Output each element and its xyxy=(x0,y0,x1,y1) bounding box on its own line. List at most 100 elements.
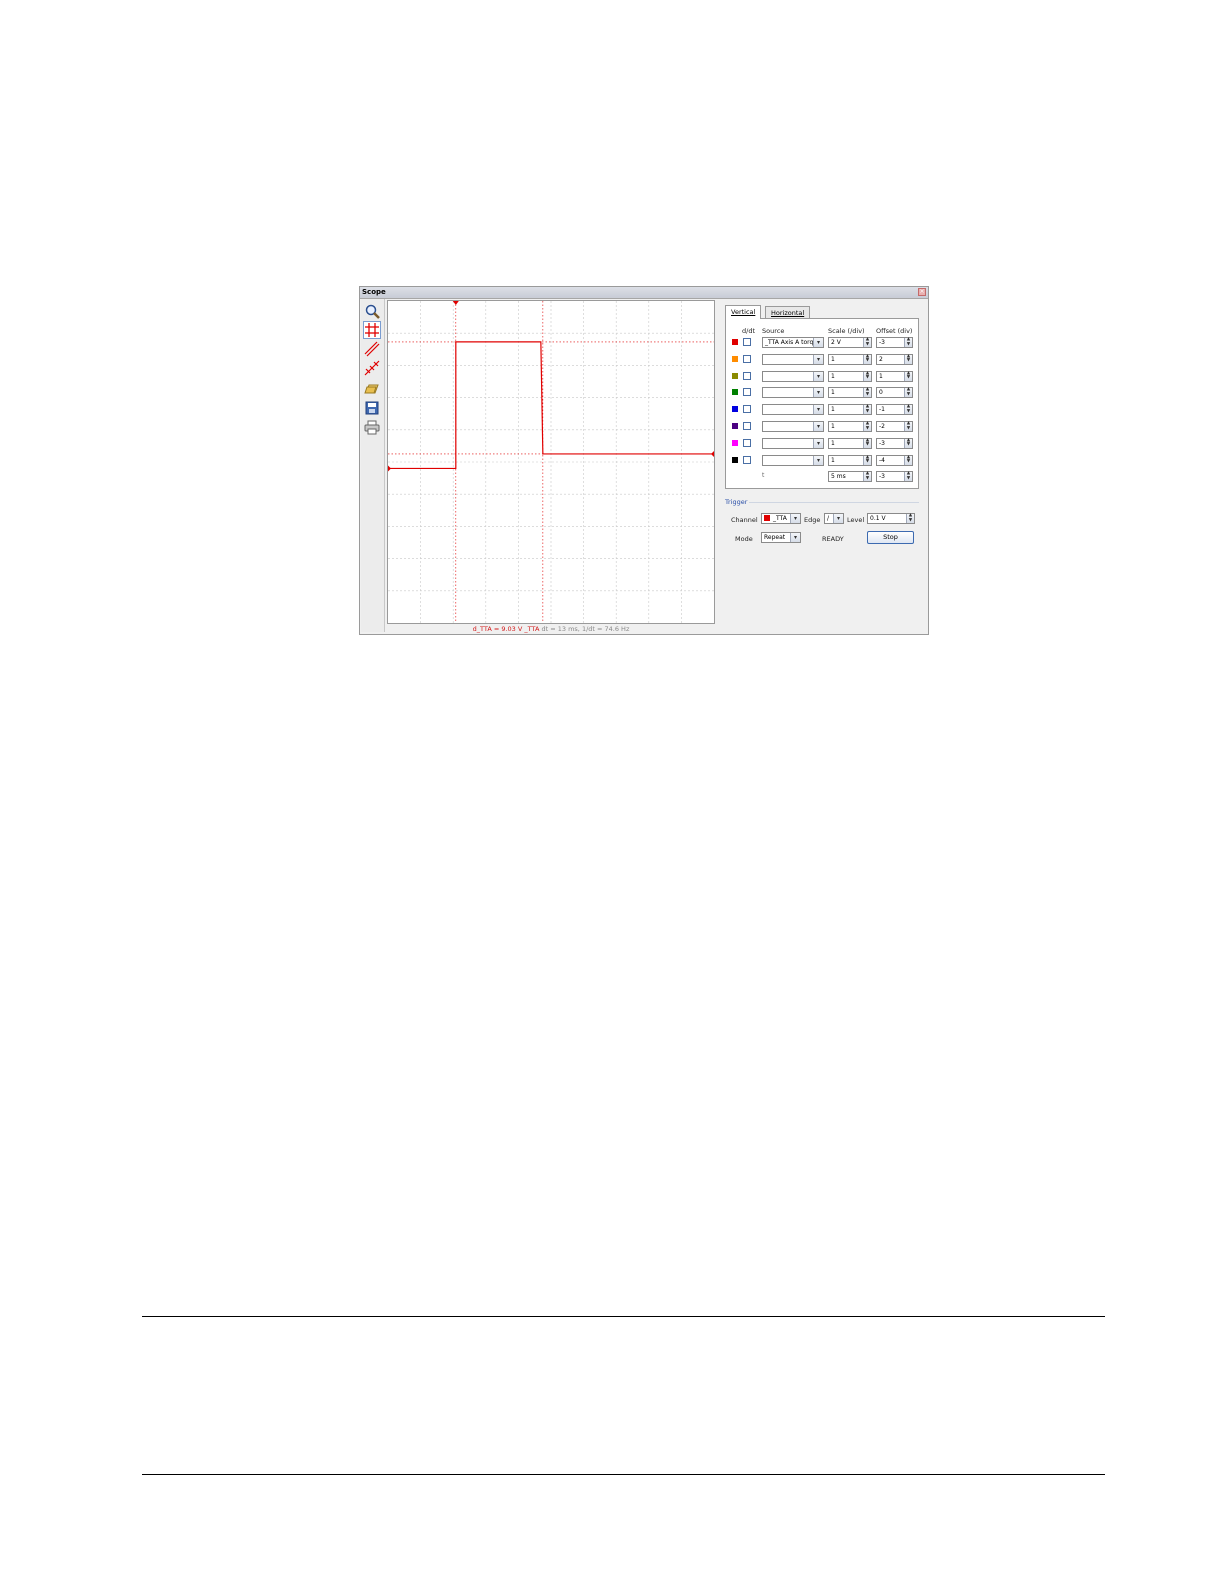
chevron-down-icon[interactable]: ▾ xyxy=(813,371,823,381)
trigger-channel-value: _TTA xyxy=(773,515,787,522)
time-offset-spinner[interactable]: -3 ▲ ▼ xyxy=(876,471,913,482)
spin-arrows-icon[interactable]: ▲ ▼ xyxy=(863,371,871,381)
chevron-down-icon[interactable]: ▾ xyxy=(813,338,823,347)
vertical-tab-body: d/dt Source Scale (/div) Offset (div) _T… xyxy=(725,318,919,489)
source-select[interactable]: ▾ xyxy=(762,370,824,382)
chevron-down-icon[interactable]: ▾ xyxy=(813,388,823,398)
stop-button[interactable]: Stop xyxy=(867,531,914,544)
scale-spinner[interactable]: 1 ▲ ▼ xyxy=(828,437,872,449)
channel-row: ▾ 1 ▲ ▼ 0 ▲ ▼ xyxy=(732,386,916,400)
offset-spinner[interactable]: -2 ▲ ▼ xyxy=(876,421,913,432)
spin-arrows-icon[interactable]: ▲ ▼ xyxy=(904,404,912,415)
offset-spinner[interactable]: -1 ▲ ▼ xyxy=(876,404,913,416)
source-select[interactable]: ▾ xyxy=(762,404,824,416)
spin-arrows-icon[interactable]: ▲ ▼ xyxy=(863,354,871,364)
chevron-down-icon[interactable]: ▾ xyxy=(790,514,800,523)
spin-arrows-icon[interactable]: ▲ ▼ xyxy=(863,471,871,481)
spin-arrows-icon[interactable]: ▲ ▼ xyxy=(904,337,912,347)
waveform-plot[interactable] xyxy=(388,301,714,623)
chevron-down-icon[interactable]: ▾ xyxy=(813,405,823,415)
ddt-checkbox[interactable] xyxy=(743,438,751,447)
trigger-channel-label: Channel xyxy=(731,516,758,524)
trigger-mode-select[interactable]: Repeat ▾ xyxy=(761,532,801,543)
spin-arrows-icon[interactable]: ▲ ▼ xyxy=(863,404,871,415)
channel-color-swatch xyxy=(732,355,738,362)
ddt-checkbox[interactable] xyxy=(743,422,751,430)
spin-arrows-icon[interactable]: ▲ ▼ xyxy=(904,438,912,448)
offset-spinner[interactable]: -3 ▲ ▼ xyxy=(876,437,913,449)
time-scale-spinner[interactable]: 5 ms ▲ ▼ xyxy=(828,471,872,482)
spin-arrows-icon[interactable]: ▲ ▼ xyxy=(863,337,871,347)
ddt-checkbox[interactable] xyxy=(743,455,751,464)
spin-arrows-icon[interactable]: ▲ ▼ xyxy=(863,438,871,448)
trigger-edge-select[interactable]: / ▾ xyxy=(824,513,844,524)
offset-spinner[interactable]: 0 ▲ ▼ xyxy=(876,387,913,399)
source-select[interactable]: ▾ xyxy=(762,437,824,449)
ddt-checkbox[interactable] xyxy=(743,371,751,380)
channel-row: ▾ 1 ▲ ▼ -2 ▲ ▼ xyxy=(732,420,916,434)
channel-row: ▾ 1 ▲ ▼ -3 ▲ ▼ xyxy=(732,437,916,451)
trigger-level-marker xyxy=(711,450,714,457)
source-select[interactable]: ▾ xyxy=(762,353,824,365)
source-select[interactable]: ▾ xyxy=(762,454,824,466)
chevron-down-icon[interactable]: ▾ xyxy=(833,514,843,523)
zoom-icon[interactable] xyxy=(364,303,380,319)
spin-arrows-icon[interactable]: ▲ ▼ xyxy=(904,371,912,381)
trigger-channel-select[interactable]: _TTA ▾ xyxy=(761,513,801,524)
ddt-checkbox[interactable] xyxy=(743,405,751,414)
ddt-checkbox[interactable] xyxy=(743,388,751,397)
scale-spinner[interactable]: 1 ▲ ▼ xyxy=(828,421,872,432)
chevron-down-icon[interactable]: ▾ xyxy=(813,438,823,448)
scope-window: Scope × d_TTA = 9.03 V _TTA dt = 13 ms, … xyxy=(359,286,929,635)
close-icon[interactable]: × xyxy=(918,288,926,296)
spin-arrows-icon[interactable]: ▲ ▼ xyxy=(906,513,914,523)
offset-value: -2 xyxy=(879,423,885,430)
channel-color-swatch xyxy=(732,423,738,429)
spin-arrows-icon[interactable]: ▲ ▼ xyxy=(863,388,871,398)
ddt-checkbox[interactable] xyxy=(743,338,751,346)
scale-spinner[interactable]: 1 ▲ ▼ xyxy=(828,370,872,382)
print-icon[interactable] xyxy=(364,419,380,435)
scale-spinner[interactable]: 1 ▲ ▼ xyxy=(828,353,872,365)
grid-icon[interactable] xyxy=(363,321,381,339)
cursor-lines-icon[interactable] xyxy=(364,341,380,357)
scale-spinner[interactable]: 1 ▲ ▼ xyxy=(828,404,872,416)
spin-arrows-icon[interactable]: ▲ ▼ xyxy=(904,471,912,481)
spin-arrows-icon[interactable]: ▲ ▼ xyxy=(904,388,912,398)
offset-spinner[interactable]: -4 ▲ ▼ xyxy=(876,454,913,466)
spin-arrows-icon[interactable]: ▲ ▼ xyxy=(863,421,871,431)
scale-value: 1 xyxy=(831,456,835,464)
time-offset-value: -3 xyxy=(879,473,885,480)
spin-arrows-icon[interactable]: ▲ ▼ xyxy=(904,354,912,364)
spin-arrows-icon[interactable]: ▲ ▼ xyxy=(904,421,912,431)
offset-value: 0 xyxy=(879,389,883,397)
chevron-down-icon[interactable]: ▾ xyxy=(813,422,823,431)
scale-spinner[interactable]: 2 V ▲ ▼ xyxy=(828,337,872,348)
save-icon[interactable] xyxy=(364,400,380,416)
source-select[interactable]: ▾ xyxy=(762,421,824,432)
channel-color-swatch xyxy=(732,389,738,396)
trigger-time-marker xyxy=(452,301,459,305)
channel-color-swatch xyxy=(732,406,738,413)
source-value: _TTA Axis A torq xyxy=(765,339,814,346)
scope-display[interactable] xyxy=(387,300,715,624)
offset-spinner[interactable]: 1 ▲ ▼ xyxy=(876,370,913,382)
offset-spinner[interactable]: 2 ▲ ▼ xyxy=(876,353,913,365)
offset-spinner[interactable]: -3 ▲ ▼ xyxy=(876,337,913,348)
spin-arrows-icon[interactable]: ▲ ▼ xyxy=(863,455,871,465)
chevron-down-icon[interactable]: ▾ xyxy=(813,354,823,364)
spin-arrows-icon[interactable]: ▲ ▼ xyxy=(904,455,912,465)
tab-vertical[interactable]: Vertical xyxy=(725,305,762,319)
chevron-down-icon[interactable]: ▾ xyxy=(813,455,823,465)
ddt-checkbox[interactable] xyxy=(743,354,751,363)
cursor-markers-icon[interactable] xyxy=(364,360,380,376)
open-folder-icon[interactable] xyxy=(364,381,380,397)
source-select[interactable]: ▾ xyxy=(762,387,824,399)
scale-spinner[interactable]: 1 ▲ ▼ xyxy=(828,387,872,399)
trigger-level-spinner[interactable]: 0.1 V ▲ ▼ xyxy=(867,513,915,524)
offset-value: 2 xyxy=(879,355,883,363)
chevron-down-icon[interactable]: ▾ xyxy=(790,533,800,542)
offset-header: Offset (div) xyxy=(876,327,913,335)
scale-spinner[interactable]: 1 ▲ ▼ xyxy=(828,454,872,466)
source-select[interactable]: _TTA Axis A torq ▾ xyxy=(762,337,824,348)
